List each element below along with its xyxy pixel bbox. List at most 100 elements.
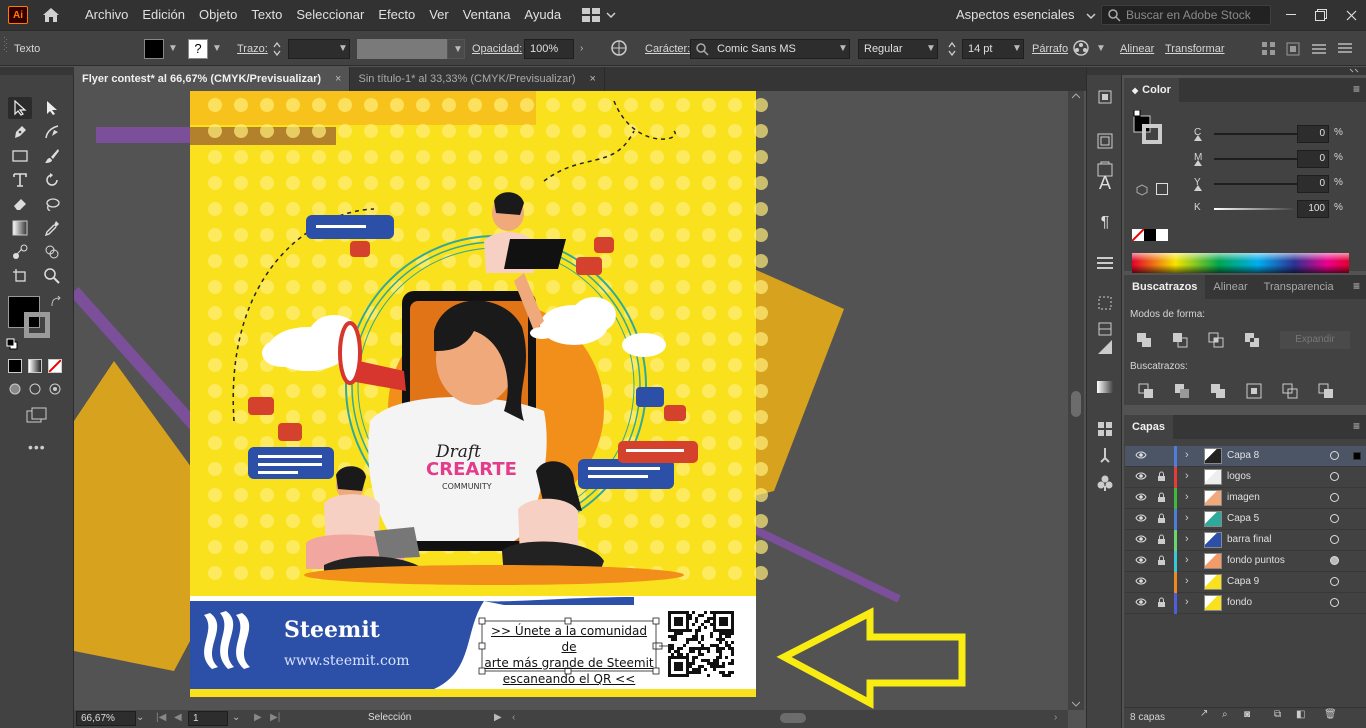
scroll-right-icon[interactable]: ›: [1054, 712, 1057, 723]
chevron-down-icon[interactable]: ▼: [212, 39, 222, 59]
draw-inside-icon[interactable]: [48, 382, 62, 399]
layer-row[interactable]: › Capa 8: [1125, 446, 1366, 467]
minimize-button[interactable]: [1276, 0, 1306, 30]
none-swatch[interactable]: [1131, 228, 1145, 242]
clipping-mask-icon[interactable]: ◙: [1244, 709, 1250, 720]
eraser-tool-icon[interactable]: [8, 193, 32, 215]
align-panel-icon[interactable]: [1095, 319, 1115, 339]
locate-object-icon[interactable]: ⌕: [1222, 709, 1228, 720]
screen-mode-icon[interactable]: [26, 407, 48, 426]
maximize-button[interactable]: [1306, 0, 1336, 30]
slider-yellow[interactable]: Y 0 %: [1164, 175, 1364, 193]
layer-row[interactable]: › imagen: [1125, 488, 1366, 509]
draw-behind-icon[interactable]: [28, 382, 42, 399]
selected-text-frame[interactable]: >> Únete a la comunidad de arte más gran…: [482, 623, 656, 687]
layer-name[interactable]: logos: [1227, 471, 1251, 482]
layer-target-icon[interactable]: [1330, 556, 1339, 565]
layer-name[interactable]: Capa 5: [1227, 513, 1259, 524]
lock-icon[interactable]: [1157, 555, 1166, 569]
none-mode-icon[interactable]: [48, 359, 62, 373]
expand-layer-chevron-icon[interactable]: ›: [1185, 533, 1189, 545]
close-tab-icon[interactable]: ×: [590, 67, 596, 91]
color-mode-icon[interactable]: [8, 359, 22, 373]
fill-swatch[interactable]: [144, 39, 164, 59]
swatches-panel-icon[interactable]: [1095, 419, 1115, 439]
isolate-icon[interactable]: [1286, 42, 1300, 56]
delete-layer-icon[interactable]: 🗑: [1324, 709, 1337, 720]
lasso-tool-icon[interactable]: [40, 193, 64, 215]
layer-name[interactable]: Capa 9: [1227, 576, 1259, 587]
expand-layer-chevron-icon[interactable]: ›: [1185, 449, 1189, 461]
next-artboard-icon[interactable]: ▶: [254, 712, 262, 723]
recolor-artwork-icon[interactable]: [610, 39, 628, 57]
chevron-right-icon[interactable]: ›: [580, 39, 583, 59]
new-sublayer-icon[interactable]: ⧉: [1274, 709, 1281, 720]
lock-icon[interactable]: [1157, 471, 1166, 485]
arrange-documents-button[interactable]: [582, 8, 616, 22]
panel-menu-icon[interactable]: [1338, 41, 1354, 57]
first-artboard-icon[interactable]: |◀: [156, 712, 166, 723]
new-layer-icon[interactable]: ◧: [1296, 709, 1305, 720]
minus-back-icon[interactable]: [1318, 383, 1334, 399]
workspace-switcher[interactable]: Aspectos esenciales: [956, 0, 1096, 30]
character-panel-icon[interactable]: A: [1095, 173, 1115, 193]
menu-lines-icon[interactable]: [1312, 42, 1326, 56]
zoom-field[interactable]: 66,67%: [76, 711, 136, 726]
slider-cyan[interactable]: C 0 %: [1164, 125, 1364, 143]
shape-builder-tool-icon[interactable]: [40, 241, 64, 263]
cyan-value-field[interactable]: 0: [1297, 125, 1329, 143]
menu-ventana[interactable]: Ventana: [456, 0, 518, 30]
minus-front-icon[interactable]: [1172, 332, 1188, 348]
artboard-number-field[interactable]: 1: [188, 711, 228, 726]
gradient-panel-icon[interactable]: [1095, 377, 1115, 397]
layer-target-icon[interactable]: [1330, 577, 1339, 586]
align-grid-icon[interactable]: [1262, 42, 1276, 56]
align-label[interactable]: Alinear: [1120, 39, 1154, 59]
layer-name[interactable]: barra final: [1227, 534, 1271, 545]
slider-black[interactable]: K 100 %: [1164, 200, 1364, 218]
white-swatch[interactable]: [1156, 229, 1168, 241]
variable-width-profile[interactable]: [357, 39, 447, 59]
tab-transparencia[interactable]: Transparencia: [1256, 275, 1342, 299]
previous-artboard-icon[interactable]: ◀: [174, 712, 182, 723]
menu-archivo[interactable]: Archivo: [78, 0, 135, 30]
menu-objeto[interactable]: Objeto: [192, 0, 244, 30]
crop-icon[interactable]: [1246, 383, 1262, 399]
selection-tool-icon[interactable]: [8, 97, 32, 119]
chevron-down-icon[interactable]: ⌄: [232, 712, 240, 723]
blend-tool-icon[interactable]: [8, 241, 32, 263]
black-swatch[interactable]: [1144, 229, 1156, 241]
more-tools-icon[interactable]: •••: [28, 439, 46, 455]
menu-texto[interactable]: Texto: [244, 0, 289, 30]
slider-knob[interactable]: [1194, 185, 1202, 191]
last-artboard-icon[interactable]: ▶|: [270, 712, 280, 723]
menu-seleccionar[interactable]: Seleccionar: [289, 0, 371, 30]
layer-row[interactable]: › fondo: [1125, 593, 1366, 614]
paintbrush-tool-icon[interactable]: [40, 145, 64, 167]
stroke-label[interactable]: Trazo:: [237, 39, 268, 59]
layer-target-icon[interactable]: [1330, 514, 1339, 523]
menu-ayuda[interactable]: Ayuda: [517, 0, 568, 30]
layer-name[interactable]: fondo: [1227, 597, 1252, 608]
zoom-tool-icon[interactable]: [40, 265, 64, 287]
intersect-icon[interactable]: [1208, 332, 1224, 348]
layer-row[interactable]: › fondo puntos: [1125, 551, 1366, 572]
stroke-panel-icon[interactable]: [1095, 253, 1115, 273]
collect-export-icon[interactable]: ↗: [1200, 708, 1208, 719]
collapse-panels-icon[interactable]: [1348, 67, 1360, 75]
merge-icon[interactable]: [1210, 383, 1226, 399]
layer-target-icon[interactable]: [1330, 493, 1339, 502]
layer-target-icon[interactable]: [1330, 472, 1339, 481]
font-size-stepper[interactable]: [947, 39, 959, 59]
chevron-down-icon[interactable]: ▼: [1096, 39, 1106, 59]
stock-search-input[interactable]: Buscar en Adobe Stock: [1101, 5, 1271, 25]
opacity-label[interactable]: Opacidad:: [472, 39, 522, 59]
transform-label[interactable]: Transformar: [1165, 39, 1225, 59]
expand-layer-chevron-icon[interactable]: ›: [1185, 470, 1189, 482]
character-label[interactable]: Carácter:: [645, 39, 690, 59]
default-colors-icon[interactable]: [6, 338, 18, 353]
expand-layer-chevron-icon[interactable]: ›: [1185, 491, 1189, 503]
direct-selection-tool-icon[interactable]: [40, 97, 64, 119]
outline-icon[interactable]: [1282, 383, 1298, 399]
menu-efecto[interactable]: Efecto: [371, 0, 422, 30]
